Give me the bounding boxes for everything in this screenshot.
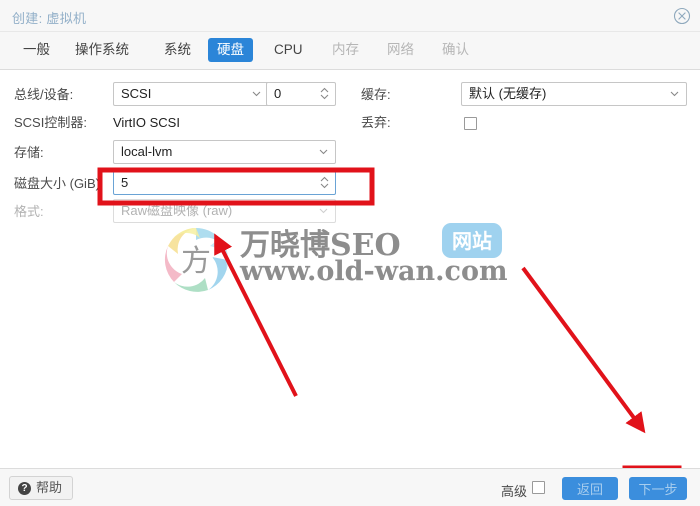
close-circle-icon[interactable] xyxy=(673,7,691,25)
tab-general[interactable]: 一般 xyxy=(14,38,59,62)
tab-cpu[interactable]: CPU xyxy=(265,38,312,62)
back-button[interactable]: 返回 xyxy=(562,477,618,500)
wizard-tabbar: 一般 操作系统 系统 硬盘 CPU 内存 网络 确认 xyxy=(0,32,700,70)
discard-checkbox[interactable] xyxy=(464,117,477,130)
tab-os[interactable]: 操作系统 xyxy=(66,38,138,62)
dialog-title: 创建: 虚拟机 xyxy=(12,11,87,26)
scsi-controller-value: VirtIO SCSI xyxy=(113,115,180,130)
storage-select[interactable]: local-lvm xyxy=(113,140,336,164)
help-button-label: 帮助 xyxy=(36,480,63,495)
disk-size-label: 磁盘大小 (GiB): xyxy=(14,176,104,191)
storage-label: 存储: xyxy=(14,145,44,160)
format-select: Raw磁盘映像 (raw) xyxy=(113,199,336,223)
chevron-down-icon xyxy=(252,89,261,98)
dialog-content: 总线/设备: SCSI 0 缓存: 默认 (无缓存) SCSI控制器: Virt… xyxy=(0,70,700,468)
advanced-label: 高级 xyxy=(500,484,527,499)
tab-confirm: 确认 xyxy=(442,42,469,57)
help-button[interactable]: ? 帮助 xyxy=(9,476,74,500)
cache-select[interactable]: 默认 (无缓存) xyxy=(461,82,687,106)
question-circle-icon: ? xyxy=(18,481,31,495)
disk-size-input[interactable]: 5 xyxy=(113,171,336,195)
tab-hard-disk[interactable]: 硬盘 xyxy=(208,38,253,62)
scsi-controller-label: SCSI控制器: xyxy=(14,115,87,130)
dialog-titlebar: 创建: 虚拟机 xyxy=(0,0,700,32)
next-button[interactable]: 下一步 xyxy=(629,477,687,500)
bus-device-select[interactable]: SCSI xyxy=(113,82,269,106)
tab-system[interactable]: 系统 xyxy=(155,38,200,62)
discard-label: 丢弃: xyxy=(361,115,391,130)
tab-memory: 内存 xyxy=(332,42,359,57)
chevron-down-icon xyxy=(670,89,679,98)
chevron-down-icon xyxy=(319,206,328,215)
dialog-footer: ? 帮助 高级 返回 下一步 xyxy=(0,468,700,506)
bus-device-label: 总线/设备: xyxy=(14,87,74,102)
tab-network: 网络 xyxy=(387,42,414,57)
cache-label: 缓存: xyxy=(361,87,391,102)
create-vm-dialog: 创建: 虚拟机 一般 操作系统 系统 硬盘 CPU 内存 网络 确认 总线/设备… xyxy=(0,0,700,506)
format-label: 格式: xyxy=(14,204,44,219)
spinner-arrows-icon[interactable] xyxy=(320,86,329,101)
spinner-arrows-icon[interactable] xyxy=(320,175,329,190)
advanced-checkbox[interactable] xyxy=(532,481,545,494)
chevron-down-icon xyxy=(319,147,328,156)
